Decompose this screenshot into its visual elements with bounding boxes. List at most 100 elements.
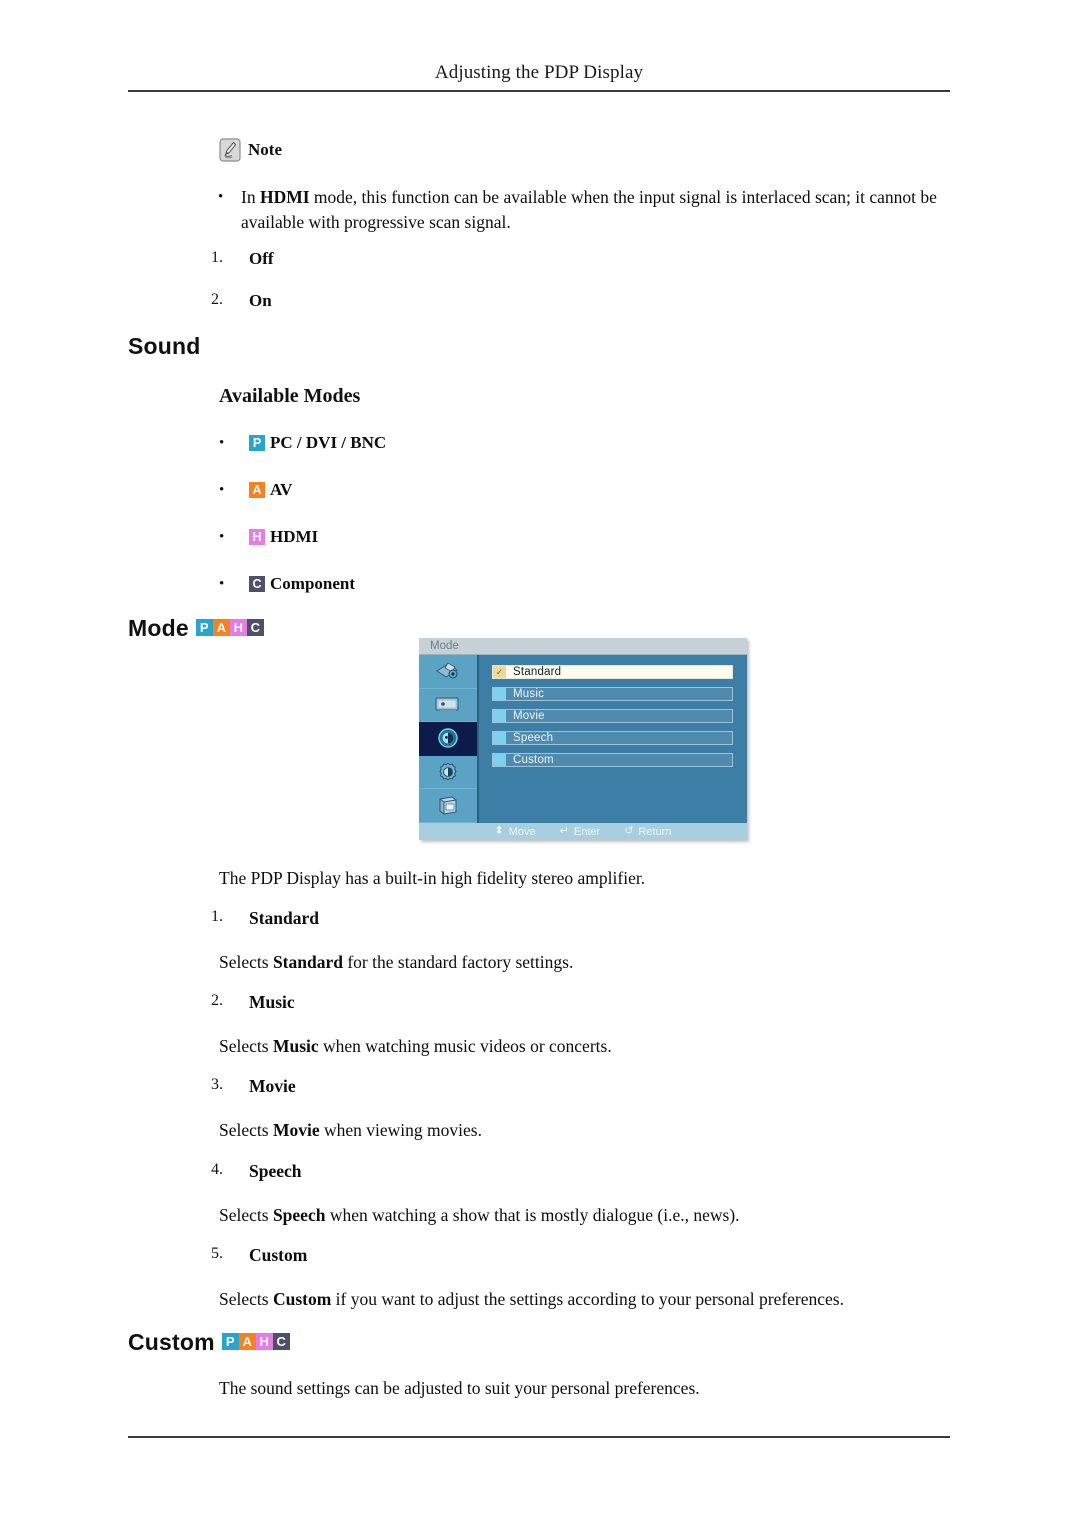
note-bullet-item: • In HDMI mode, this function can be ava… (211, 185, 971, 235)
osd-option-label: Movie (513, 710, 545, 722)
bullet-marker-icon: • (219, 481, 225, 498)
row-marker-icon (493, 688, 506, 700)
osd-option-custom[interactable]: Custom (492, 753, 733, 767)
list-number: 5. (211, 1245, 223, 1262)
header-divider (128, 90, 950, 92)
osd-option-label: Custom (513, 754, 554, 766)
row-marker-icon (493, 710, 506, 722)
desc-bold: Music (272, 1036, 319, 1056)
osd-option-speech[interactable]: Speech (492, 731, 733, 745)
list-heading: Standard (249, 908, 320, 928)
list-heading: Movie (249, 1076, 296, 1096)
mode-chip-p-icon: P (221, 1333, 239, 1351)
page-header-title: Adjusting the PDP Display (434, 62, 644, 83)
mode-chip-h-icon: H (255, 1333, 273, 1351)
desc-bold: Standard (272, 952, 343, 972)
mode-label: AV (270, 480, 293, 499)
row-marker-icon (493, 754, 506, 766)
osd-option-label: Speech (513, 732, 554, 744)
note-text-post: mode, this function can be available whe… (241, 187, 937, 232)
osd-footer-bar: ⬍ Move ↵ Enter ↺ Return (419, 823, 747, 840)
list-number: 1. (211, 249, 223, 266)
desc-pre: Selects (219, 1289, 273, 1309)
osd-option-movie[interactable]: Movie (492, 709, 733, 723)
note-heading: Note (219, 138, 282, 162)
osd-footer-label: Move (508, 825, 536, 838)
screen-adjust-icon (435, 697, 459, 712)
bullet-marker-icon: • (218, 189, 224, 205)
section-title-sound: Sound (128, 333, 201, 359)
osd-title-bar: Mode (419, 638, 747, 655)
mode-chip-group: PAHC (195, 619, 264, 637)
list-number: 2. (211, 992, 223, 1009)
note-bullet-text: In HDMI mode, this function can be avail… (241, 185, 971, 235)
custom-paragraph: The sound settings can be adjusted to su… (219, 1378, 700, 1398)
list-number: 1. (211, 908, 223, 925)
osd-sidebar-item-setup[interactable] (419, 756, 477, 790)
desc-pre: Selects (219, 1036, 273, 1056)
osd-sidebar (419, 655, 479, 823)
bullet-marker-icon: • (219, 528, 225, 545)
mode-item-description: Selects Movie when viewing movies. (219, 1118, 949, 1142)
mode-chip-a-icon: A (238, 1333, 256, 1351)
mode-item-heading: 2. Music (211, 992, 951, 1013)
list-heading: Speech (249, 1161, 302, 1181)
available-modes-title: Available Modes (219, 385, 361, 407)
mode-item-heading: 1. Standard (211, 908, 951, 929)
section-title-custom-text: Custom (128, 1329, 215, 1355)
available-modes-list: • P PC / DVI / BNC • A AV • H HDMI • C C… (211, 430, 386, 618)
picture-brush-icon (436, 662, 458, 679)
desc-bold: Movie (272, 1120, 320, 1140)
desc-post: if you want to adjust the settings accor… (331, 1289, 844, 1309)
mode-chip-h-icon: H (249, 529, 265, 545)
note-list-item: 2. On (211, 291, 951, 311)
bullet-marker-icon: • (219, 575, 225, 592)
note-label: Note (248, 140, 282, 159)
osd-footer-label: Return (638, 825, 672, 838)
osd-sidebar-item-sound[interactable] (419, 722, 477, 756)
osd-sidebar-item-multi-control[interactable] (419, 789, 477, 823)
list-label: On (249, 291, 272, 310)
note-text-bold: HDMI (259, 187, 310, 207)
move-arrows-icon: ⬍ (494, 825, 504, 837)
bullet-marker-icon: • (219, 434, 225, 451)
note-text-pre: In (241, 187, 260, 207)
osd-footer-move: ⬍ Move (495, 826, 536, 838)
mode-chip-a-icon: A (212, 619, 230, 637)
list-heading: Custom (249, 1245, 308, 1265)
mode-item-heading: 3. Movie (211, 1076, 951, 1097)
page-header: Adjusting the PDP Display (128, 62, 950, 84)
osd-screenshot: Mode ✓ Standard Music Movie Speech Custo… (419, 638, 747, 840)
mode-item-heading: 4. Speech (211, 1161, 951, 1182)
osd-window-title: Mode (430, 640, 459, 652)
mode-label: Component (270, 574, 356, 593)
desc-pre: Selects (219, 952, 273, 972)
osd-body: ✓ Standard Music Movie Speech Custom (419, 655, 747, 823)
osd-option-label: Music (513, 688, 545, 700)
osd-footer-label: Enter (573, 825, 601, 838)
note-list-item: 1. Off (211, 249, 951, 269)
list-number: 4. (211, 1161, 223, 1178)
desc-post: when watching a show that is mostly dial… (325, 1205, 740, 1225)
mode-label: HDMI (270, 527, 319, 546)
multi-control-icon (439, 796, 457, 815)
list-heading: Music (249, 992, 295, 1012)
desc-bold: Speech (272, 1205, 326, 1225)
desc-post: when watching music videos or concerts. (318, 1036, 612, 1056)
section-title-custom: Custom P A H C (128, 1329, 290, 1356)
osd-option-music[interactable]: Music (492, 687, 733, 701)
desc-pre: Selects (219, 1120, 273, 1140)
mode-item-heading: 5. Custom (211, 1245, 951, 1266)
osd-option-standard[interactable]: ✓ Standard (492, 665, 733, 679)
osd-footer-return: ↺ Return (624, 826, 671, 838)
osd-sidebar-item-screen[interactable] (419, 689, 477, 723)
note-pen-icon (219, 138, 241, 162)
list-item: • C Component (211, 571, 386, 597)
custom-chip-group: PAHC (221, 1333, 290, 1351)
osd-footer-enter: ↵ Enter (560, 826, 601, 838)
list-item: • P PC / DVI / BNC (211, 430, 386, 456)
desc-bold: Custom (272, 1289, 332, 1309)
desc-post: for the standard factory settings. (342, 952, 574, 972)
list-item: • A AV (211, 477, 386, 503)
osd-sidebar-item-picture[interactable] (419, 655, 477, 689)
